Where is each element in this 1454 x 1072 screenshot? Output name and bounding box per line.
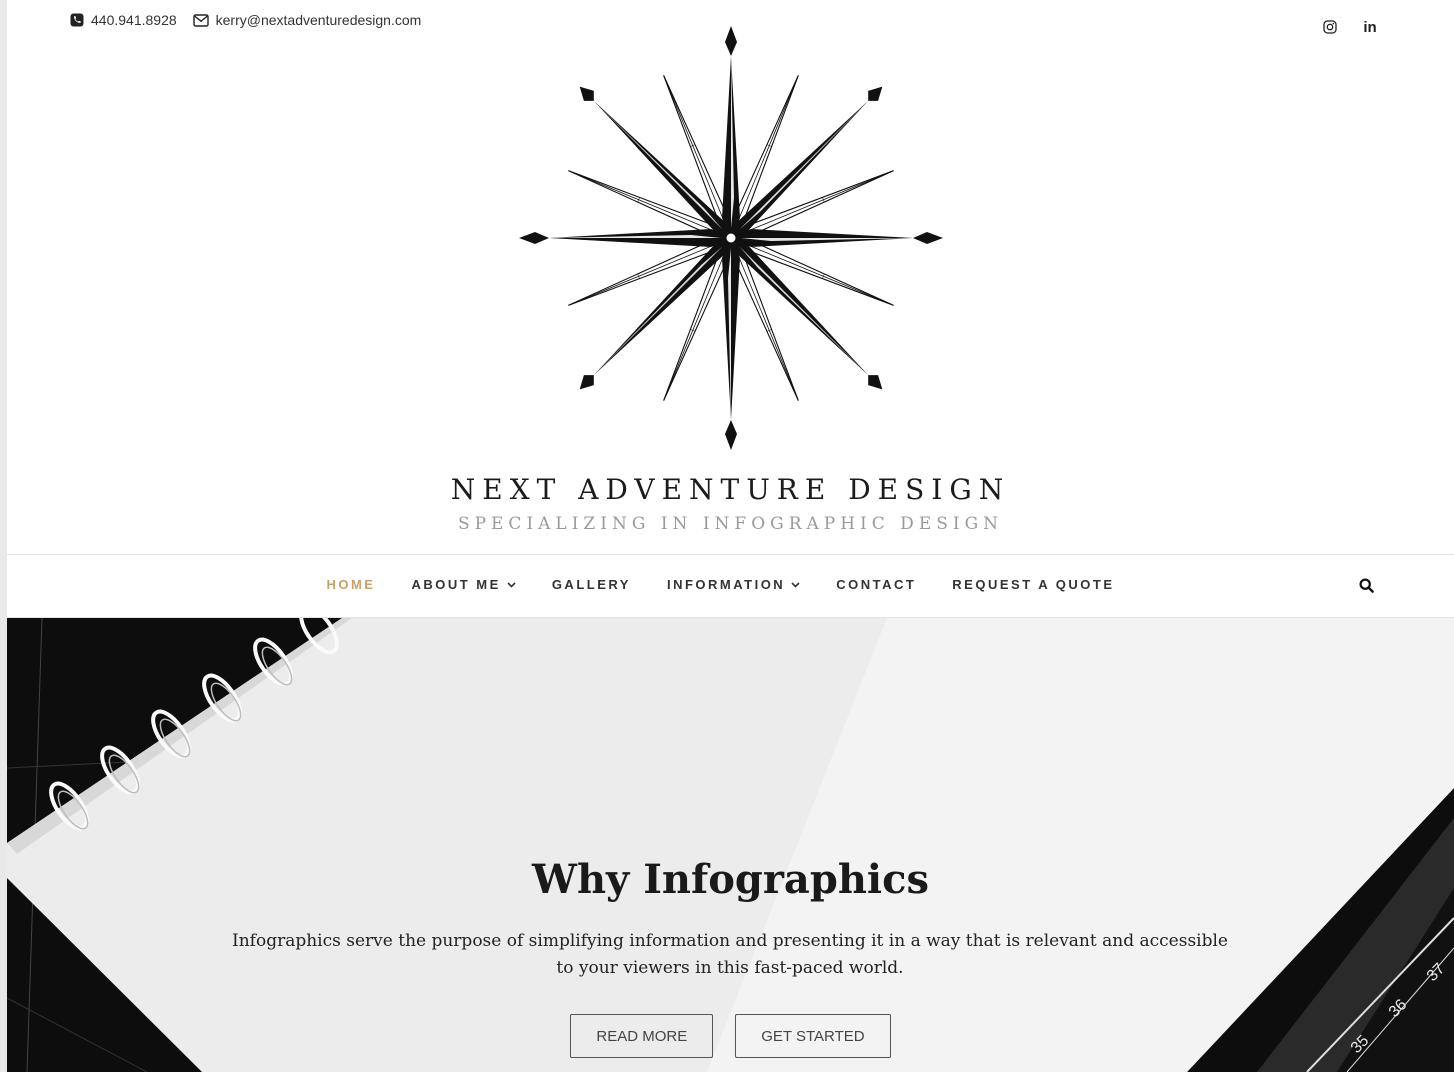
notebook-background-image: 35 36 37 [7, 618, 1454, 1072]
nav-item-label: INFORMATION [666, 577, 786, 592]
nav-item-request-a-quote[interactable]: REQUEST A QUOTE [952, 577, 1114, 592]
brand-name: NEXT ADVENTURE DESIGN [450, 473, 1011, 506]
nav-item-label: HOME [326, 577, 376, 592]
page: 440.941.8928 kerry@nextadventuredesign.c… [7, 0, 1454, 1072]
read-more-button[interactable]: READ MORE [570, 1014, 714, 1058]
nav-item-label: ABOUT ME [411, 577, 501, 592]
hero-actions: READ MORE GET STARTED [7, 1014, 1454, 1058]
chevron-down-icon [507, 581, 516, 588]
chevron-down-icon [791, 581, 800, 588]
search-button[interactable] [1359, 578, 1374, 598]
nav-item-gallery[interactable]: GALLERY [552, 577, 631, 592]
nav-item-contact[interactable]: CONTACT [836, 577, 916, 592]
hero-banner: 35 36 37 Why Infographics Infographics s… [7, 618, 1454, 1072]
brand-tagline: SPECIALIZING IN INFOGRAPHIC DESIGN [457, 514, 1004, 534]
get-started-button[interactable]: GET STARTED [735, 1014, 891, 1058]
nav-item-home[interactable]: HOME [326, 577, 375, 592]
nav-menu: HOME ABOUT ME GALLERY INFORMATION CONTAC… [7, 577, 1454, 592]
nav-item-label: REQUEST A QUOTE [952, 577, 1115, 592]
main-navigation: HOME ABOUT ME GALLERY INFORMATION CONTAC… [7, 554, 1454, 618]
hero-title: Why Infographics [532, 856, 929, 903]
left-edge-strip [0, 0, 7, 1072]
hero-description: Infographics serve the purpose of simpli… [232, 931, 1228, 978]
nav-item-label: CONTACT [836, 577, 917, 592]
nav-item-label: GALLERY [551, 577, 631, 592]
compass-rose-icon [519, 26, 943, 450]
nav-item-information[interactable]: INFORMATION [667, 577, 800, 592]
nav-item-about-me[interactable]: ABOUT ME [411, 577, 516, 592]
search-icon [1359, 578, 1374, 593]
site-logo[interactable]: NEXT ADVENTURE DESIGN SPECIALIZING IN IN… [7, 20, 1454, 540]
